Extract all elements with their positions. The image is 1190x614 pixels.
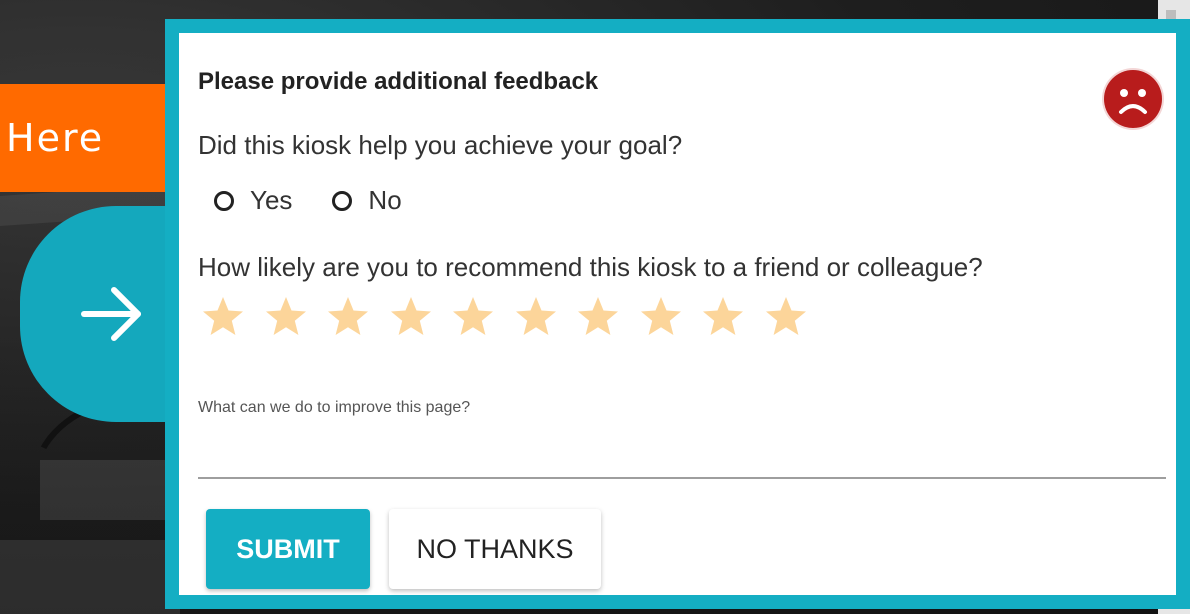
radio-no-label: No — [368, 185, 402, 215]
recommend-question: How likely are you to recommend this kio… — [198, 252, 983, 282]
submit-button[interactable]: SUBMIT — [206, 509, 370, 589]
radio-circle[interactable] — [214, 190, 234, 211]
star-6-icon[interactable] — [514, 295, 558, 339]
feedback-dialog: Please provide additional feedback Did t… — [165, 19, 1190, 609]
sad-face-icon — [1104, 70, 1162, 128]
background-shape — [0, 540, 180, 614]
radio-no[interactable]: No — [332, 185, 402, 216]
no-thanks-button[interactable]: NO THANKS — [389, 509, 601, 589]
improve-input[interactable] — [198, 425, 1166, 479]
star-2-icon[interactable] — [264, 295, 308, 339]
star-rating — [201, 295, 826, 339]
star-9-icon[interactable] — [701, 295, 745, 339]
arrow-right-icon — [81, 287, 141, 341]
goal-radio-group: Yes No — [214, 185, 442, 216]
radio-yes-label: Yes — [250, 185, 293, 215]
star-3-icon[interactable] — [326, 295, 370, 339]
star-8-icon[interactable] — [639, 295, 683, 339]
star-5-icon[interactable] — [451, 295, 495, 339]
radio-circle[interactable] — [332, 190, 353, 211]
star-4-icon[interactable] — [389, 295, 433, 339]
dialog-title: Please provide additional feedback — [198, 68, 599, 95]
star-1-icon[interactable] — [201, 295, 245, 339]
star-10-icon[interactable] — [764, 295, 808, 339]
background-tab-label: Here — [6, 116, 105, 160]
goal-question: Did this kiosk help you achieve your goa… — [198, 130, 683, 160]
radio-yes[interactable]: Yes — [214, 185, 292, 216]
improve-label: What can we do to improve this page? — [198, 399, 471, 416]
star-7-icon[interactable] — [576, 295, 620, 339]
